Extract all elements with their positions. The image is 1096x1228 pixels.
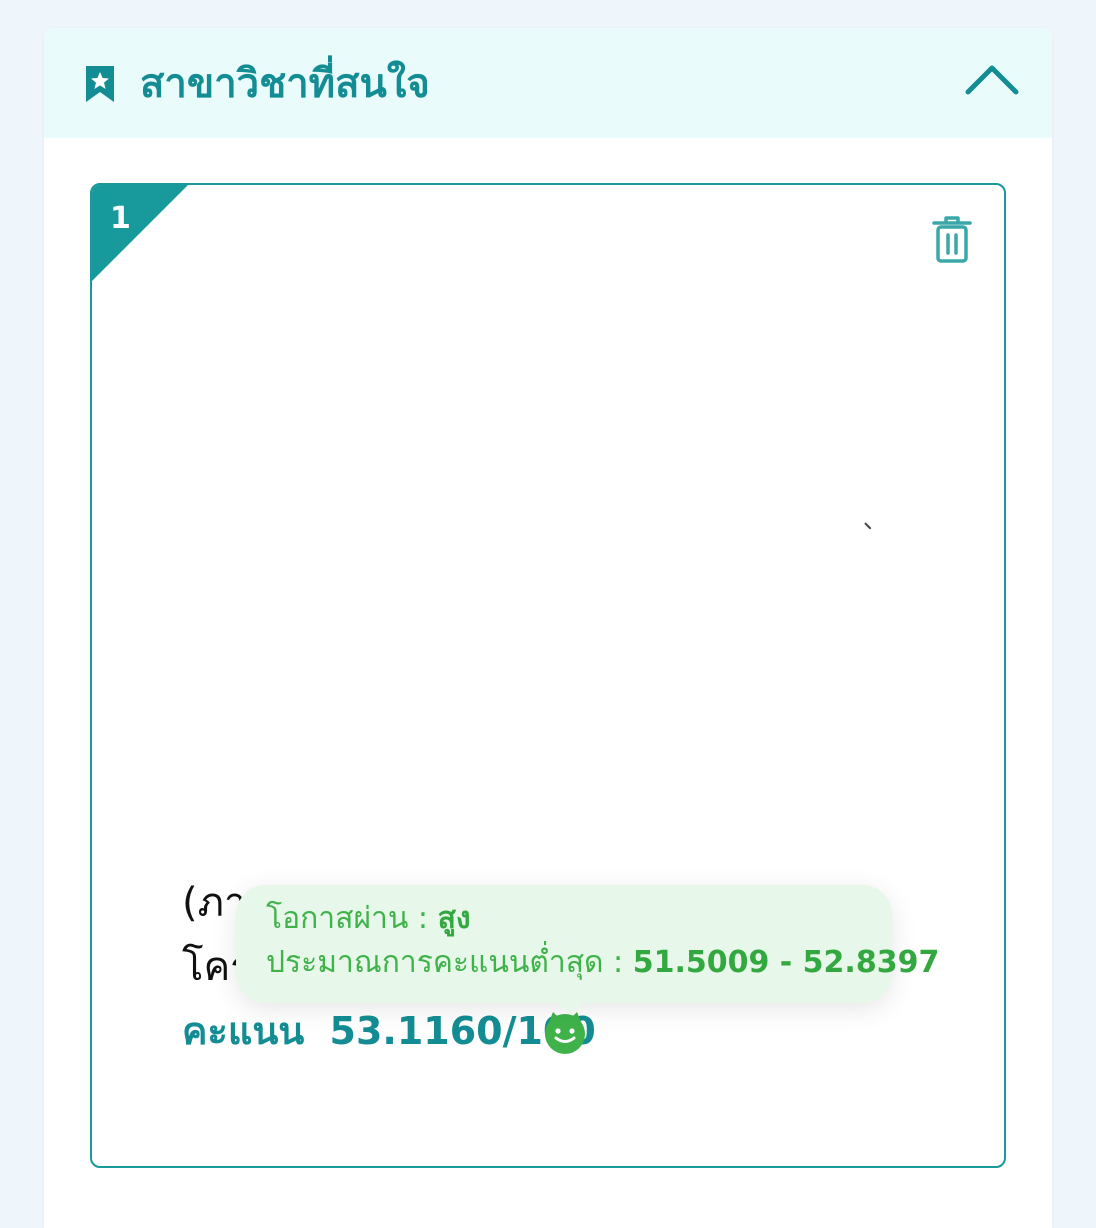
- chance-value: สูง: [437, 901, 471, 936]
- interested-majors-panel: สาขาวิชาที่สนใจ 1 (ภา โคร คะแนน 53.1160/…: [44, 28, 1052, 1228]
- panel-header[interactable]: สาขาวิชาที่สนใจ: [44, 28, 1052, 138]
- rank-ribbon: [92, 185, 188, 281]
- tooltip-arrow: [556, 1001, 584, 1015]
- bookmark-star-icon: [86, 66, 114, 102]
- min-score-row: ประมาณการคะแนนต่ำสุด : 51.5009 - 52.8397: [266, 943, 939, 983]
- score-line: คะแนน 53.1160/100: [182, 1005, 596, 1057]
- trash-icon[interactable]: [928, 213, 976, 265]
- chance-label: โอกาสผ่าน :: [266, 901, 429, 936]
- smiley-icon[interactable]: [542, 1009, 588, 1055]
- score-label: คะแนน: [182, 1009, 305, 1053]
- stray-mark: [864, 522, 872, 530]
- min-score-value: 51.5009 - 52.8397: [632, 945, 940, 980]
- min-score-label: ประมาณการคะแนนต่ำสุด :: [266, 945, 624, 980]
- pass-chance-tooltip: โอกาสผ่าน : สูง ประมาณการคะแนนต่ำสุด : 5…: [236, 885, 939, 1015]
- panel-title: สาขาวิชาที่สนใจ: [140, 61, 430, 107]
- chevron-up-icon[interactable]: [964, 62, 1020, 98]
- rank-number: 1: [110, 201, 131, 236]
- major-choice-card[interactable]: 1 (ภา โคร คะแนน 53.1160/100 โอกาสผ่าน : …: [90, 183, 1006, 1168]
- chance-row: โอกาสผ่าน : สูง: [266, 899, 471, 939]
